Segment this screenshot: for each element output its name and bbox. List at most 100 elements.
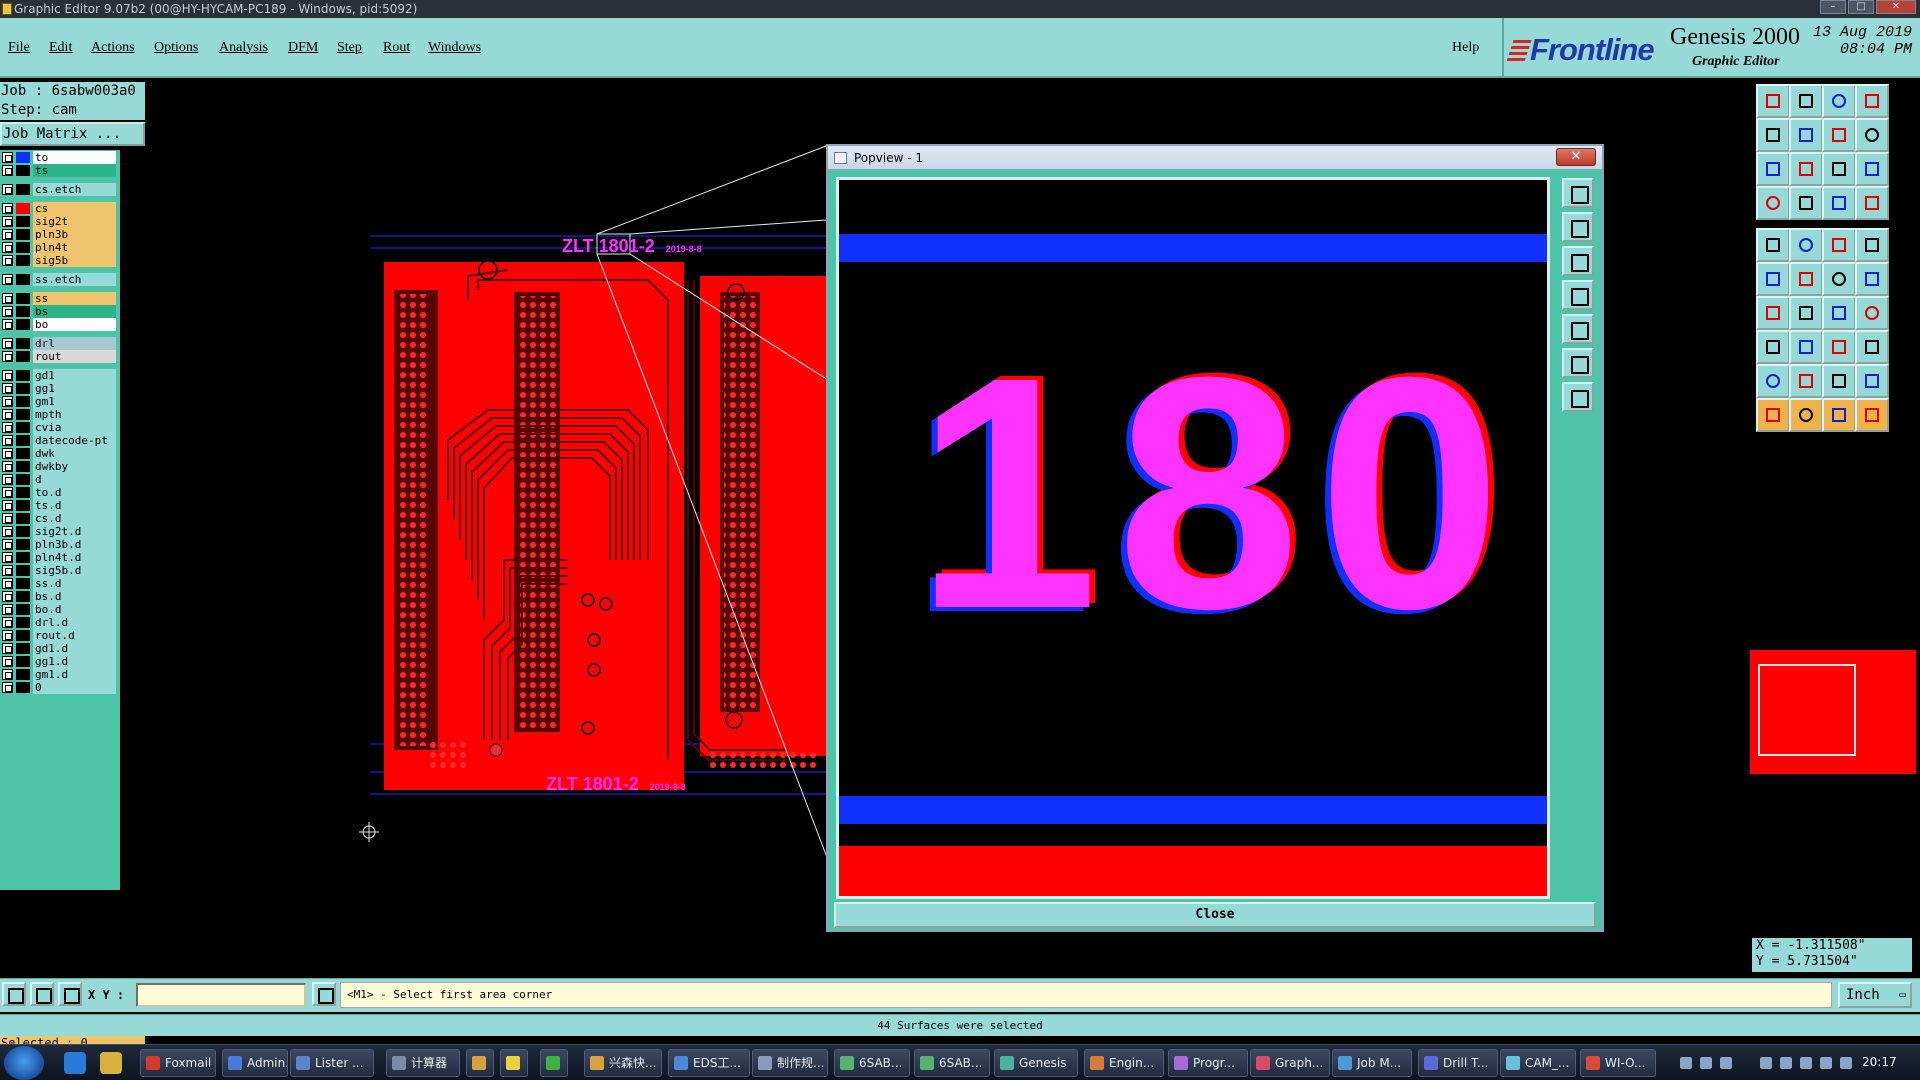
layer-color-swatch[interactable]: [16, 422, 30, 433]
taskbar-task[interactable]: [500, 1049, 528, 1077]
layer-color-swatch[interactable]: [16, 242, 30, 253]
layer-checkbox[interactable]: [2, 500, 13, 511]
layer-checkbox[interactable]: [2, 338, 13, 349]
layer-checkbox[interactable]: [2, 656, 13, 667]
layer-row[interactable]: sig5b.d: [0, 563, 116, 577]
layer-checkbox[interactable]: [2, 351, 13, 362]
taskbar-task[interactable]: 制作规...: [752, 1049, 828, 1077]
taskbar-task[interactable]: 计算器: [386, 1049, 460, 1077]
layer-row[interactable]: dwk: [0, 446, 116, 460]
layer-checkbox[interactable]: [2, 669, 13, 680]
menu-options[interactable]: Options: [154, 40, 198, 56]
menu-rout[interactable]: Rout: [383, 40, 410, 56]
layer-row[interactable]: gd1: [0, 368, 116, 382]
layer-row[interactable]: ts: [0, 163, 116, 177]
polygon-icon[interactable]: [1855, 364, 1889, 398]
drc-icon[interactable]: [1756, 364, 1790, 398]
pan-left-icon[interactable]: [1756, 118, 1790, 152]
layer-color-swatch[interactable]: [16, 435, 30, 446]
horiz-line-icon[interactable]: [1789, 330, 1823, 364]
layer-row[interactable]: mpth: [0, 407, 116, 421]
select-icon[interactable]: [1789, 398, 1823, 432]
snap-grid-icon[interactable]: [1822, 186, 1856, 220]
layer-color-swatch[interactable]: [16, 617, 30, 628]
popview-close-button[interactable]: Close: [834, 902, 1596, 928]
layer-row[interactable]: bo: [0, 317, 116, 331]
layer-color-swatch[interactable]: [16, 165, 30, 176]
layer-color-swatch[interactable]: [16, 409, 30, 420]
layer-checkbox[interactable]: [2, 306, 13, 317]
layer-row[interactable]: pln3b.d: [0, 537, 116, 551]
layer-color-swatch[interactable]: [16, 500, 30, 511]
layer-checkbox[interactable]: [2, 487, 13, 498]
layer-checkbox[interactable]: [2, 591, 13, 602]
layer-color-swatch[interactable]: [16, 552, 30, 563]
layer-color-swatch[interactable]: [16, 669, 30, 680]
layer-checkbox[interactable]: [2, 539, 13, 550]
measure-arc-icon[interactable]: [1789, 228, 1823, 262]
menu-actions[interactable]: Actions: [91, 40, 135, 56]
menu-windows[interactable]: Windows: [428, 40, 481, 56]
units-dropdown[interactable]: Inch ▭: [1838, 982, 1912, 1008]
grid-toggle-icon[interactable]: [1789, 186, 1823, 220]
layer-row[interactable]: cs: [0, 201, 116, 215]
move-icon[interactable]: [1822, 330, 1856, 364]
taskbar-task[interactable]: Progr...: [1168, 1049, 1248, 1077]
layer-color-swatch[interactable]: [16, 216, 30, 227]
arc-icon[interactable]: [1822, 296, 1856, 330]
layer-color-swatch[interactable]: [16, 383, 30, 394]
taskbar-task[interactable]: Graph...: [1250, 1049, 1330, 1077]
snap-center-icon[interactable]: [1855, 186, 1889, 220]
layer-color-swatch[interactable]: [16, 656, 30, 667]
menu-file[interactable]: File: [8, 40, 30, 56]
layer-checkbox[interactable]: [2, 152, 13, 163]
redraw-icon[interactable]: [1855, 118, 1889, 152]
layer-checkbox[interactable]: [2, 422, 13, 433]
scale-1to2-icon[interactable]: [1822, 152, 1856, 186]
job-matrix-button[interactable]: Job Matrix ...: [0, 122, 145, 146]
taskbar-task[interactable]: CAM_...: [1500, 1049, 1576, 1077]
layer-checkbox[interactable]: [2, 617, 13, 628]
menu-edit[interactable]: Edit: [49, 40, 72, 56]
layer-color-swatch[interactable]: [16, 448, 30, 459]
layer-color-swatch[interactable]: [16, 604, 30, 615]
layer-color-swatch[interactable]: [16, 255, 30, 266]
layer-checkbox[interactable]: [2, 526, 13, 537]
layer-row[interactable]: gg1: [0, 381, 116, 395]
layer-checkbox[interactable]: [2, 370, 13, 381]
window-icon[interactable]: [1855, 84, 1889, 118]
arch-icon[interactable]: [1822, 364, 1856, 398]
start-button-icon[interactable]: [4, 1046, 44, 1080]
tray-help-icon[interactable]: [1700, 1057, 1712, 1069]
layer-row[interactable]: d: [0, 472, 116, 486]
layer-row[interactable]: gd1.d: [0, 641, 116, 655]
tray-lang-icon[interactable]: [1720, 1057, 1732, 1069]
layer-color-swatch[interactable]: [16, 184, 30, 195]
layer-row[interactable]: ss: [0, 291, 116, 305]
maximize-button[interactable]: □: [1848, 0, 1874, 14]
layer-row[interactable]: pln4t.d: [0, 550, 116, 564]
layer-row[interactable]: dwkby: [0, 459, 116, 473]
layer-color-swatch[interactable]: [16, 513, 30, 524]
minimize-button[interactable]: –: [1820, 0, 1846, 14]
close-layer-icon[interactable]: [1789, 84, 1823, 118]
layer-checkbox[interactable]: [2, 630, 13, 641]
lasso-icon[interactable]: [1855, 398, 1889, 432]
connect-icon[interactable]: [1756, 262, 1790, 296]
hand-icon[interactable]: [1756, 186, 1790, 220]
layer-checkbox[interactable]: [2, 461, 13, 472]
tray-volume-icon[interactable]: [1840, 1057, 1852, 1069]
layer-checkbox[interactable]: [2, 293, 13, 304]
input-toggle-icon[interactable]: [312, 982, 336, 1006]
layer-row[interactable]: gm1: [0, 394, 116, 408]
zoom-fit-icon[interactable]: [1756, 152, 1790, 186]
layer-color-swatch[interactable]: [16, 396, 30, 407]
layer-color-swatch[interactable]: [16, 306, 30, 317]
layer-checkbox[interactable]: [2, 216, 13, 227]
xy-input[interactable]: [136, 983, 306, 1007]
menu-dfm[interactable]: DFM: [288, 40, 318, 56]
layer-row[interactable]: sig2t.d: [0, 524, 116, 538]
menu-step[interactable]: Step: [337, 40, 362, 56]
taskbar-task[interactable]: [540, 1049, 568, 1077]
layer-row[interactable]: pln3b: [0, 227, 116, 241]
